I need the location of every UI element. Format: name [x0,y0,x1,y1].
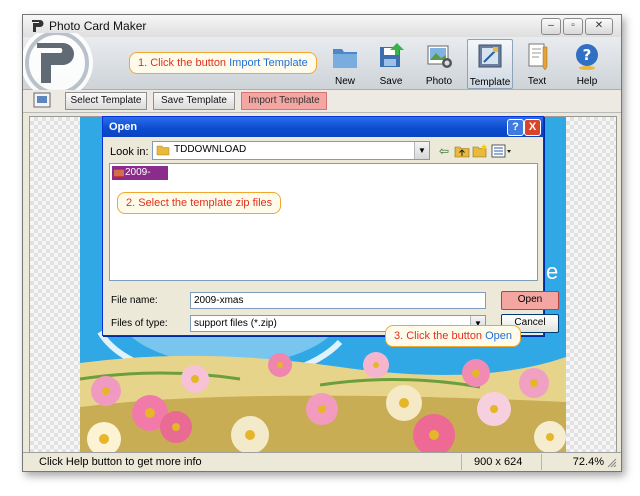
import-template-button[interactable]: Import Template [241,92,327,110]
photo-icon [427,45,452,68]
dialog-help-button[interactable]: ? [507,119,524,136]
new-folder-icon [333,49,357,68]
minimize-button[interactable]: – [541,18,561,35]
step3-text: 3. Click the button [394,330,486,342]
step3-link-text: Open [485,330,513,342]
save-icon [380,43,404,67]
status-bar: Click Help button to get more info 900 x… [23,452,621,471]
up-folder-icon[interactable] [454,143,470,159]
main-toolbar: New Save Photo Template Text ? Help [23,33,621,97]
file-name-label: File name: [111,295,158,306]
template-settings-icon[interactable] [33,92,51,108]
toolbar-photo-button[interactable]: Photo [417,39,461,87]
file-item-name: 2009-xmas [125,167,151,192]
toolbar-text-button[interactable]: Text [515,39,559,87]
toolbar-photo-label: Photo [425,76,453,87]
open-dialog-title: Open [109,121,138,133]
files-of-type-label: Files of type: [111,318,168,329]
app-logo-icon [32,20,44,32]
toolbar-help-button[interactable]: ? Help [565,39,609,87]
open-dialog: Open ? X Look in: TDDOWNLOAD ▼ ⇦ 2009-xm… [102,116,559,336]
card-text-fragment: e [546,259,559,284]
dialog-close-button[interactable]: X [524,119,541,136]
toolbar-new-button[interactable]: New [323,39,367,87]
template-toolbar: Select Template Save Template Import Tem… [23,90,621,113]
status-hint: Click Help button to get more info [39,456,202,468]
new-folder-button-icon[interactable] [472,143,488,159]
window-title: Photo Card Maker [49,19,147,33]
toolbar-template-button[interactable]: Template [467,39,513,89]
template-icon [478,44,502,68]
help-icon: ? [576,44,598,70]
look-in-dropdown[interactable]: TDDOWNLOAD ▼ [152,141,430,160]
file-name-input[interactable]: 2009-xmas [190,292,486,309]
save-template-button[interactable]: Save Template [153,92,235,110]
toolbar-new-label: New [334,76,355,87]
toolbar-text-label: Text [527,76,547,87]
select-template-button[interactable]: Select Template [65,92,147,110]
svg-text:?: ? [583,46,592,64]
files-of-type-value: support files (*.zip) [194,318,277,329]
maximize-button[interactable]: ▫ [563,18,583,35]
open-dialog-title-bar: Open ? X [103,117,543,137]
view-menu-icon[interactable] [491,143,513,159]
toolbar-save-button[interactable]: Save [369,39,413,87]
back-icon[interactable]: ⇦ [436,143,452,159]
toolbar-template-label: Template [469,77,511,88]
look-in-value: TDDOWNLOAD [174,144,247,155]
file-name-value: 2009-xmas [194,295,244,306]
file-item-2009-xmas[interactable]: 2009-xmas [112,166,168,192]
app-logo [23,33,93,97]
step2-text: 2. Select the template zip files [126,197,273,209]
look-in-label: Look in: [110,146,149,158]
step1-text: 1. Click the button [138,57,230,69]
step1-link-text: Import Template [229,57,308,69]
toolbar-save-label: Save [379,76,403,87]
text-icon [528,43,548,71]
file-list[interactable]: 2009-xmas [109,163,538,281]
toolbar-help-label: Help [576,76,598,87]
resize-grip-icon[interactable] [607,458,617,468]
chevron-down-icon[interactable]: ▼ [414,142,429,159]
close-button[interactable]: ✕ [585,18,613,35]
step2-callout: 2. Select the template zip files [117,192,282,214]
folder-icon [156,145,170,156]
status-zoom: 72.4% [541,454,610,470]
app-window: Photo Card Maker – ▫ ✕ New Save Photo Te… [22,14,622,472]
step1-callout: 1. Click the button Import Template [129,52,317,74]
open-button[interactable]: Open [501,291,559,310]
zip-file-icon [114,169,124,177]
step3-callout: 3. Click the button Open [385,325,522,347]
